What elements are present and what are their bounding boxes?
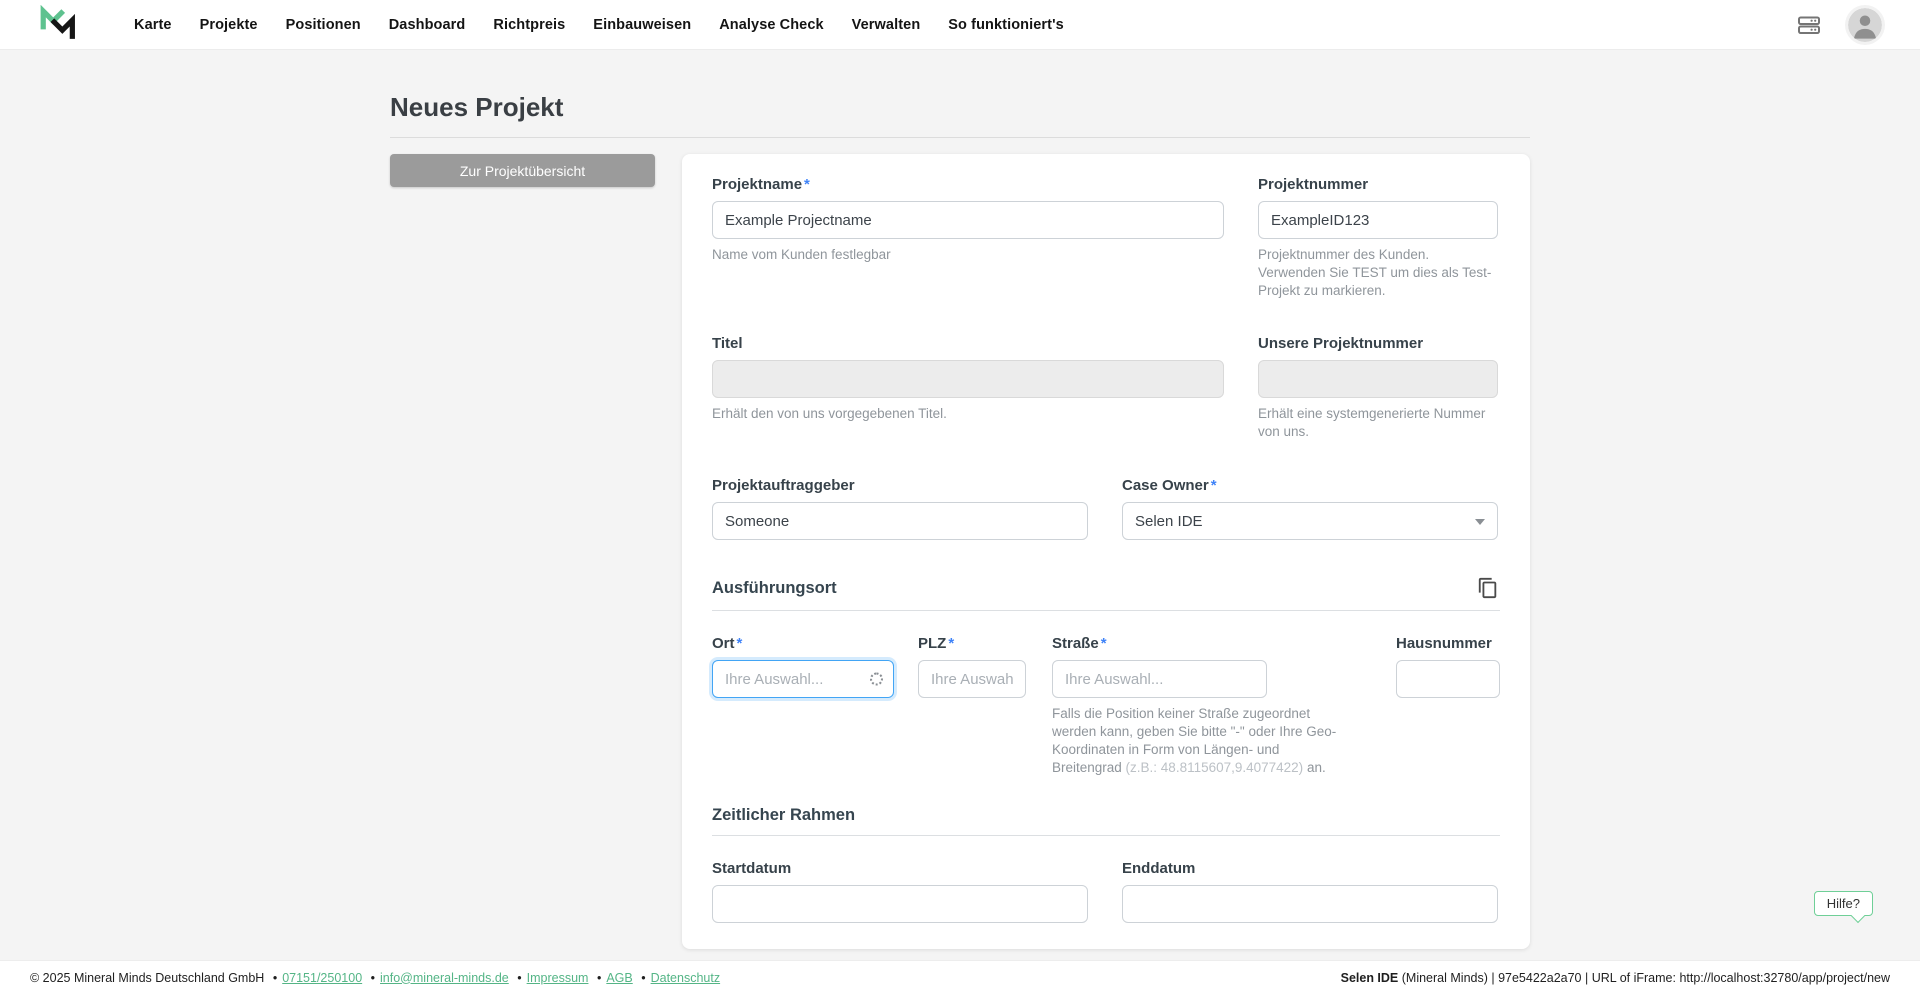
chevron-down-icon [1475, 519, 1485, 525]
case-owner-label: Case Owner* [1122, 477, 1498, 494]
unsere-projektnummer-input [1258, 360, 1498, 398]
session-details: (Mineral Minds) | 97e5422a2a70 | URL of … [1398, 971, 1890, 985]
server-stack-icon[interactable] [1794, 12, 1824, 38]
projektname-input[interactable] [712, 201, 1224, 239]
startdatum-input[interactable] [712, 885, 1088, 923]
projektnummer-helper: Projektnummer des Kunden. Verwenden Sie … [1258, 246, 1498, 299]
footer: © 2025 Mineral Minds Deutschland GmbH •0… [0, 960, 1920, 994]
ort-label: Ort* [712, 635, 894, 652]
plz-label: PLZ* [918, 635, 1026, 652]
startdatum-label: Startdatum [712, 860, 1088, 877]
unsere-projektnummer-helper: Erhält eine systemgenerierte Nummer von … [1258, 405, 1498, 441]
nav-menu: Karte Projekte Positionen Dashboard Rich… [134, 17, 1064, 33]
nav-item-so-funktionierts[interactable]: So funktioniert's [948, 17, 1064, 33]
page-title: Neues Projekt [390, 92, 1530, 138]
titel-helper: Erhält den von uns vorgegebenen Titel. [712, 405, 1224, 423]
section-ausfuehrungsort-title: Ausführungsort [712, 579, 837, 598]
back-to-project-overview-button[interactable]: Zur Projektübersicht [390, 154, 655, 187]
required-asterisk: * [804, 176, 810, 193]
required-asterisk: * [1211, 477, 1217, 494]
footer-left: © 2025 Mineral Minds Deutschland GmbH •0… [30, 971, 720, 985]
ort-input[interactable] [712, 660, 894, 698]
hausnummer-label: Hausnummer [1396, 635, 1500, 652]
help-bubble[interactable]: Hilfe? [1814, 891, 1873, 916]
projektauftraggeber-input[interactable] [712, 502, 1088, 540]
user-avatar-icon[interactable] [1848, 8, 1882, 42]
enddatum-input[interactable] [1122, 885, 1498, 923]
nav-item-verwalten[interactable]: Verwalten [852, 17, 921, 33]
strasse-input[interactable] [1052, 660, 1267, 698]
unsere-projektnummer-label: Unsere Projektnummer [1258, 335, 1498, 352]
hausnummer-input[interactable] [1396, 660, 1500, 698]
projektname-helper: Name vom Kunden festlegbar [712, 246, 1224, 264]
copyright-text: © 2025 Mineral Minds Deutschland GmbH [30, 971, 264, 985]
session-info: Selen IDE (Mineral Minds) | 97e5422a2a70… [1341, 971, 1890, 985]
project-form-card: Projektname* Name vom Kunden festlegbar … [682, 154, 1530, 949]
nav-item-projekte[interactable]: Projekte [200, 17, 258, 33]
top-nav: Karte Projekte Positionen Dashboard Rich… [0, 0, 1920, 50]
session-user: Selen IDE [1341, 971, 1399, 985]
nav-item-richtpreis[interactable]: Richtpreis [493, 17, 565, 33]
content-copy-icon[interactable] [1476, 576, 1500, 600]
projektnummer-input[interactable] [1258, 201, 1498, 239]
main-content: Neues Projekt Zur Projektübersicht Proje… [390, 50, 1530, 994]
footer-link-phone[interactable]: 07151/250100 [282, 971, 362, 985]
footer-link-impressum[interactable]: Impressum [527, 971, 589, 985]
nav-item-analyse-check[interactable]: Analyse Check [719, 17, 823, 33]
footer-link-datenschutz[interactable]: Datenschutz [651, 971, 720, 985]
section-zeitlicher-rahmen-title: Zeitlicher Rahmen [712, 806, 855, 825]
help-bubble-label: Hilfe? [1827, 896, 1860, 911]
case-owner-select[interactable]: Selen IDE [1122, 502, 1498, 540]
required-asterisk: * [1101, 635, 1107, 652]
projektauftraggeber-label: Projektauftraggeber [712, 477, 1088, 494]
plz-input[interactable] [918, 660, 1026, 698]
footer-link-agb[interactable]: AGB [606, 971, 632, 985]
titel-input [712, 360, 1224, 398]
help-bubble-tail [1851, 909, 1865, 923]
footer-link-email[interactable]: info@mineral-minds.de [380, 971, 509, 985]
app-logo-icon[interactable] [38, 5, 78, 45]
titel-label: Titel [712, 335, 1224, 352]
required-asterisk: * [948, 635, 954, 652]
enddatum-label: Enddatum [1122, 860, 1498, 877]
required-asterisk: * [737, 635, 743, 652]
strasse-helper: Falls die Position keiner Straße zugeord… [1052, 705, 1342, 776]
case-owner-value: Selen IDE [1135, 513, 1203, 530]
strasse-label: Straße* [1052, 635, 1342, 652]
nav-item-karte[interactable]: Karte [134, 17, 172, 33]
nav-item-positionen[interactable]: Positionen [286, 17, 361, 33]
projektnummer-label: Projektnummer [1258, 176, 1498, 193]
projektname-label: Projektname* [712, 176, 1224, 193]
nav-item-einbauweisen[interactable]: Einbauweisen [593, 17, 691, 33]
nav-item-dashboard[interactable]: Dashboard [389, 17, 466, 33]
loading-spinner-icon [870, 673, 883, 686]
